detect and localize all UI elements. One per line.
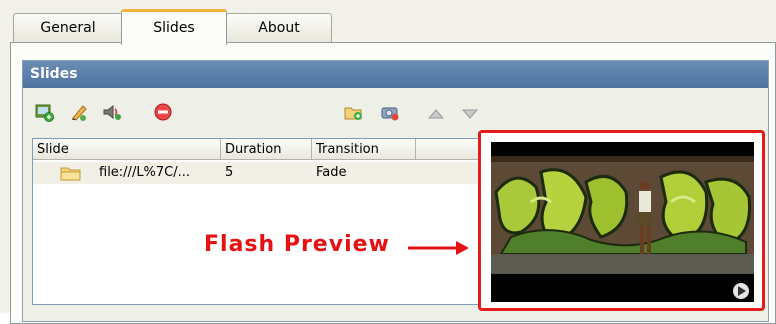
slide-path: file:///L%7C/... bbox=[99, 165, 191, 180]
camera-icon[interactable] bbox=[380, 102, 400, 122]
settings-window: General About Slides Slides Slide Durati… bbox=[0, 0, 776, 324]
remove-slide-icon[interactable] bbox=[153, 102, 173, 122]
tab-general[interactable]: General bbox=[13, 13, 123, 42]
move-up-icon[interactable] bbox=[426, 104, 446, 124]
list-header: Slide Duration Transition bbox=[33, 139, 479, 161]
slides-list[interactable]: Slide Duration Transition file:///L%7C/.… bbox=[32, 138, 480, 305]
column-header-transition[interactable]: Transition bbox=[312, 139, 416, 160]
slide-duration: 5 bbox=[225, 165, 234, 180]
tab-strip: General About Slides bbox=[0, 0, 776, 45]
arrow-right-icon bbox=[408, 241, 469, 255]
column-header-slide[interactable]: Slide bbox=[33, 139, 221, 160]
edit-slide-icon[interactable] bbox=[69, 102, 89, 122]
flash-preview-label: Flash Preview bbox=[204, 232, 390, 257]
sound-icon[interactable] bbox=[102, 102, 122, 122]
add-slide-icon[interactable] bbox=[34, 102, 54, 122]
column-header-duration[interactable]: Duration bbox=[221, 139, 312, 160]
slide-transition: Fade bbox=[316, 165, 347, 180]
flash-preview-panel bbox=[478, 130, 765, 311]
group-title: Slides bbox=[23, 61, 768, 88]
tab-about[interactable]: About bbox=[226, 13, 332, 42]
folder-icon bbox=[60, 164, 82, 182]
graffiti-preview-image bbox=[491, 142, 754, 302]
move-down-icon[interactable] bbox=[460, 104, 480, 124]
table-row[interactable]: file:///L%7C/... 5 Fade bbox=[33, 162, 479, 184]
tab-slides[interactable]: Slides bbox=[121, 9, 227, 45]
column-header-blank bbox=[416, 139, 479, 160]
add-folder-icon[interactable] bbox=[343, 102, 363, 122]
